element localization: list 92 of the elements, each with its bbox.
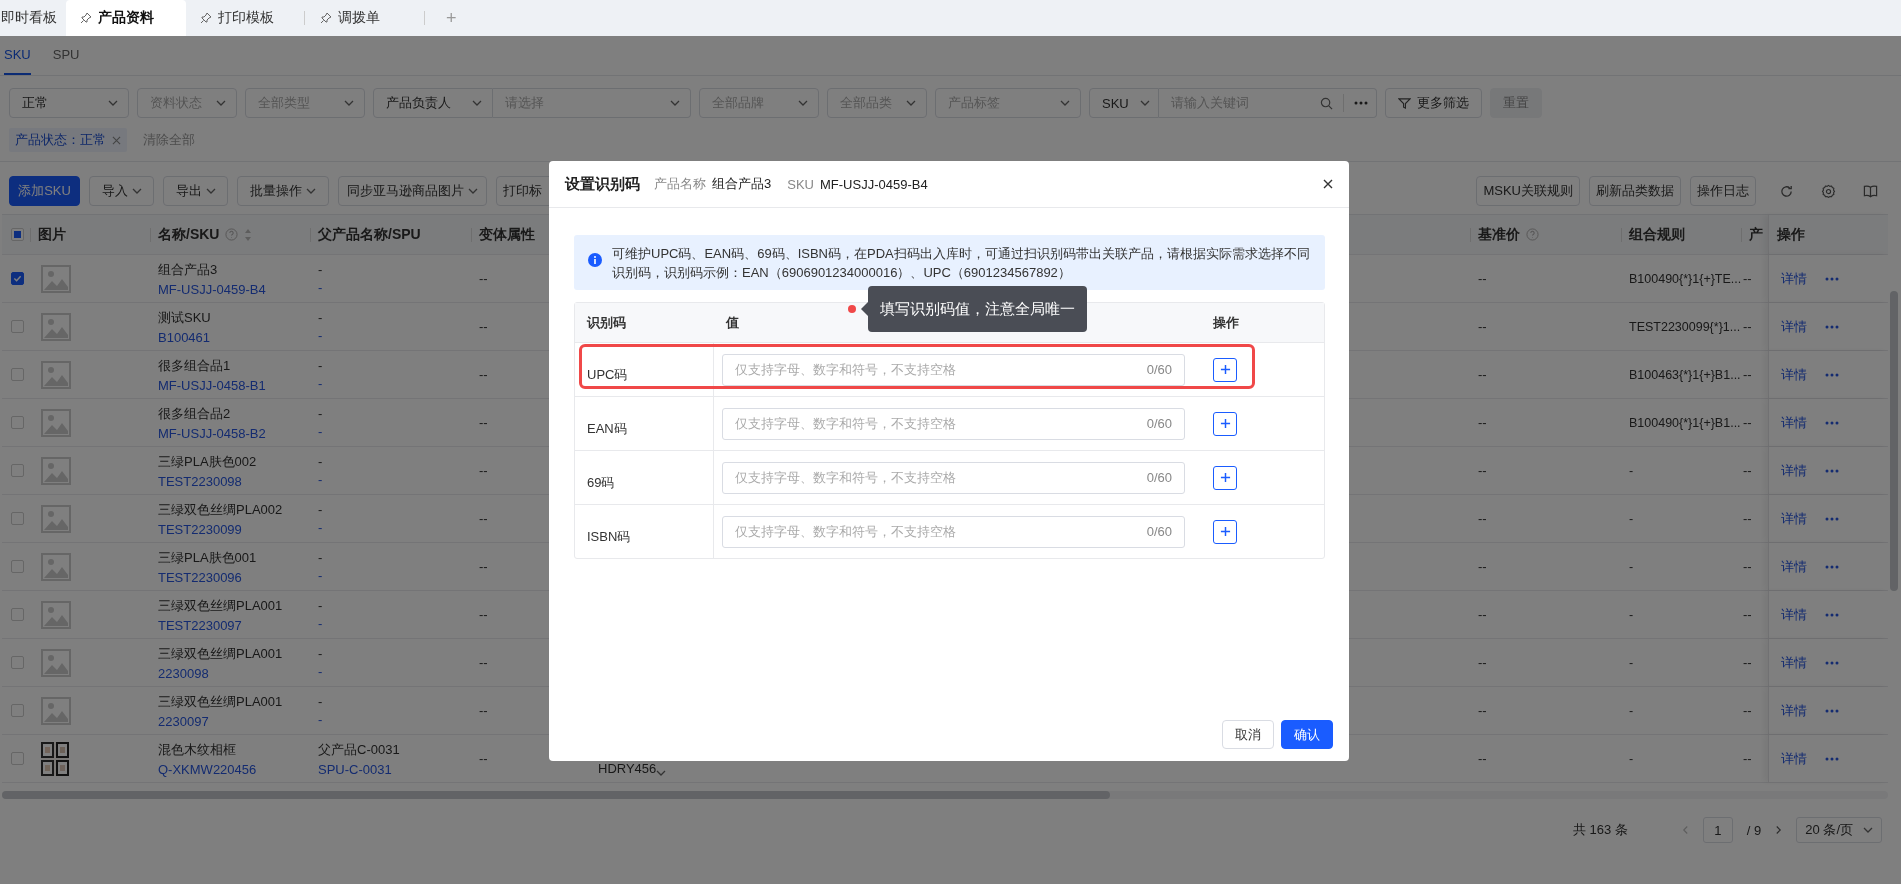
field-label: 产品名称 [654, 175, 706, 193]
parent-product-name: - [318, 694, 323, 709]
notice-text: 可维护UPC码、EAN码、69码、ISBN码，在PDA扫码出入库时，可通过扫识别码带出关联产品，请根据实际需求选择不同识别码，识别码示例：EAN（6906901234000016）、UPC（6901234567892） [612, 245, 1311, 282]
table-cell: - [1629, 463, 1634, 478]
product-name: 很多组合品2 [158, 404, 231, 423]
table-cell: -- [1478, 271, 1487, 286]
table-cell: -- [479, 607, 488, 622]
column-header: 操作 [1213, 313, 1239, 332]
code-type: 69码 [587, 473, 615, 492]
table-cell: -- [479, 367, 488, 382]
table-cell: -- [1478, 511, 1487, 526]
table-cell: HDRY456 [598, 761, 657, 776]
table-cell: -- [479, 319, 488, 334]
product-name: 三绿PLA肤色002 [158, 452, 257, 471]
product-name: 三绿双色丝绸PLA002 [158, 500, 283, 519]
table-cell: -- [1478, 703, 1487, 718]
column-header: 识别码 [587, 313, 626, 332]
product-name: 三绿双色丝绸PLA001 [158, 644, 283, 663]
table-cell: -- [479, 703, 488, 718]
parent-product-name: - [318, 310, 323, 325]
table-cell: - [1629, 655, 1634, 670]
table-cell: TEST2230099{*}1... [1629, 319, 1741, 334]
table-cell: -- [1478, 367, 1487, 382]
column-header: 图片 [38, 225, 66, 244]
table-cell: - [1629, 703, 1634, 718]
table-cell: -- [1478, 655, 1487, 670]
parent-product-name: - [318, 406, 323, 421]
parent-product-name: - [318, 598, 323, 613]
parent-product-name: - [318, 358, 323, 373]
code-type: EAN码 [587, 419, 627, 438]
table-cell: -- [1743, 511, 1752, 526]
column-header: 操作 [1777, 225, 1805, 244]
filter-tag: 产品状态：正常 [9, 128, 127, 152]
parent-product-name: - [318, 550, 323, 565]
table-cell: -- [1743, 559, 1752, 574]
product-name: 三绿PLA肤色001 [158, 548, 257, 567]
column-header: 变体属性 [479, 225, 535, 244]
dialog-title: 设置识别码 [565, 174, 640, 194]
parent-product-name: - [318, 502, 323, 517]
parent-product-name: - [318, 262, 323, 277]
table-cell: B100490{*}1{+}TE... [1629, 271, 1741, 286]
table-cell: -- [1478, 559, 1487, 574]
table-cell: -- [1743, 751, 1752, 766]
parent-product-name: - [318, 646, 323, 661]
table-cell: - [1629, 607, 1634, 622]
total-count: 共 163 条 [1572, 821, 1628, 839]
table-cell: -- [1743, 271, 1752, 286]
product-name: 混色木纹相框 [158, 740, 236, 759]
table-cell: - [1629, 751, 1634, 766]
table-cell: -- [1743, 607, 1752, 622]
table-cell: -- [1478, 751, 1487, 766]
table-cell: -- [1743, 703, 1752, 718]
table-cell: -- [1743, 655, 1752, 670]
product-name: 三绿双色丝绸PLA001 [158, 692, 283, 711]
table-cell: -- [1743, 415, 1752, 430]
column-header: 名称/SKU [158, 225, 220, 244]
table-cell: -- [479, 655, 488, 670]
table-cell: -- [479, 271, 488, 286]
table-cell: -- [1478, 607, 1487, 622]
page-count: / 9 [1746, 822, 1762, 838]
column-header: 组合规则 [1629, 225, 1685, 244]
column-header: 值 [726, 313, 739, 332]
column-header: 产 [1749, 225, 1763, 244]
code-type: UPC码 [587, 365, 628, 384]
table-cell: -- [1478, 319, 1487, 334]
table-cell: -- [1743, 367, 1752, 382]
product-name: 很多组合品1 [158, 356, 231, 375]
table-cell: -- [479, 463, 488, 478]
table-cell: -- [479, 751, 488, 766]
tooltip: 填写识别码值，注意全局唯一 [868, 286, 1087, 332]
product-name: 测试SKU [158, 308, 211, 327]
table-cell: -- [1743, 319, 1752, 334]
parent-product-name: - [318, 454, 323, 469]
product-name: 组合产品3 [158, 260, 218, 279]
table-cell: -- [1478, 463, 1487, 478]
table-cell: B100490{*}1{+}B1... [1629, 415, 1741, 430]
parent-product-name: 父产品C-0031 [318, 740, 400, 759]
table-cell: - [1629, 511, 1634, 526]
code-type: ISBN码 [587, 527, 631, 546]
table-cell: -- [479, 415, 488, 430]
table-cell: -- [1743, 463, 1752, 478]
table-cell: -- [479, 511, 488, 526]
field-label: SKU [787, 176, 814, 192]
column-header: 基准价 [1478, 225, 1520, 244]
table-cell: -- [1478, 415, 1487, 430]
sku-value: MF-USJJ-0459-B4 [819, 176, 928, 192]
product-name: 组合产品3 [712, 175, 772, 193]
table-cell: - [1629, 559, 1634, 574]
column-header: 父产品名称/SPU [318, 225, 421, 244]
product-name: 三绿双色丝绸PLA001 [158, 596, 283, 615]
table-cell: -- [479, 559, 488, 574]
table-cell: B100463{*}1{+}B1... [1629, 367, 1741, 382]
